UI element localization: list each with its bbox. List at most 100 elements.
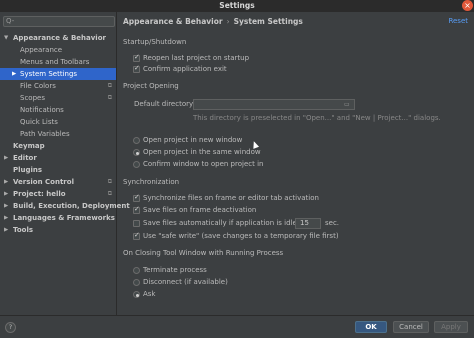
collapsed-arrow-icon: ▶ <box>4 179 9 185</box>
tree-item-notifications[interactable]: Notifications <box>0 104 116 116</box>
tree-item-label: Plugins <box>13 166 43 174</box>
radio-label: Disconnect (if available) <box>143 278 228 286</box>
checkbox-label: Confirm application exit <box>143 65 227 73</box>
radio-label: Terminate process <box>143 266 207 274</box>
radio-label: Confirm window to open project in <box>143 160 264 168</box>
checkbox-box <box>133 231 140 240</box>
tree-item-tools[interactable]: ▶ Tools <box>0 224 116 236</box>
breadcrumb-separator: › <box>226 17 230 26</box>
tree-item-label: Path Variables <box>20 130 70 138</box>
checkbox-label: Reopen last project on startup <box>143 54 250 62</box>
default-directory-label: Default directory: <box>134 100 195 110</box>
idle-seconds-unit-text: sec. <box>325 219 340 227</box>
collapsed-arrow-icon: ▶ <box>4 191 9 197</box>
breadcrumb-parent: Appearance & Behavior <box>123 17 223 26</box>
collapsed-arrow-icon: ▶ <box>4 203 9 209</box>
section-title-project-opening: Project Opening <box>123 82 179 90</box>
dialog-button-bar: ? OK Cancel Apply <box>0 315 474 338</box>
radio-circle <box>133 161 140 168</box>
title-bar: Settings × <box>0 0 474 12</box>
collapsed-arrow-icon: ▶ <box>4 227 9 233</box>
tree-item-keymap[interactable]: Keymap <box>0 140 116 152</box>
checkbox-label: Save files on frame deactivation <box>143 206 257 214</box>
expanded-arrow-icon: ▼ <box>4 35 9 41</box>
radio-circle <box>133 279 140 286</box>
default-directory-hint: This directory is preselected in "Open..… <box>193 114 441 122</box>
close-window-button[interactable]: × <box>462 0 473 11</box>
breadcrumb: Appearance & Behavior › System Settings <box>123 17 303 26</box>
help-button[interactable]: ? <box>5 322 16 333</box>
tree-item-label: Appearance <box>20 46 63 54</box>
collapsed-arrow-icon: ▶ <box>12 71 17 77</box>
apply-button[interactable]: Apply <box>434 321 468 333</box>
window-title: Settings <box>219 1 255 10</box>
project-scope-icon: ⧉ <box>107 190 112 197</box>
tree-item-label: System Settings <box>20 70 78 78</box>
tree-item-languages-frameworks[interactable]: ▶ Languages & Frameworks <box>0 212 116 224</box>
tree-item-appearance[interactable]: Appearance <box>0 44 116 56</box>
tree-item-menus-toolbars[interactable]: Menus and Toolbars <box>0 56 116 68</box>
tree-item-appearance-behavior[interactable]: ▼ Appearance & Behavior <box>0 32 116 44</box>
settings-tree: ▼ Appearance & Behavior Appearance Menus … <box>0 32 130 236</box>
checkbox-box <box>133 64 140 73</box>
checkbox-label: Synchronize files on frame or editor tab… <box>143 194 319 202</box>
radio-circle <box>133 137 140 144</box>
tree-item-label: Tools <box>13 226 34 234</box>
radio-circle <box>133 149 140 156</box>
section-title-closing: On Closing Tool Window with Running Proc… <box>123 249 284 257</box>
idle-seconds-unit: sec. <box>325 219 339 229</box>
tree-item-label: Quick Lists <box>20 118 58 126</box>
tree-item-system-settings[interactable]: ▶ System Settings <box>0 68 116 80</box>
tree-item-label: Keymap <box>13 142 45 150</box>
settings-sidebar: Q- ▼ Appearance & Behavior Appearance Men… <box>0 12 130 315</box>
tree-item-label: File Colors <box>20 82 56 90</box>
checkbox-label: Save files automatically if application … <box>143 219 309 227</box>
radio-label: Open project in the same window <box>143 148 261 156</box>
idle-seconds-input[interactable]: 15 <box>295 218 321 229</box>
ok-button[interactable]: OK <box>355 321 387 333</box>
settings-content: Appearance & Behavior › System Settings Re… <box>118 12 474 315</box>
project-scope-icon: ⧉ <box>107 94 112 101</box>
tree-item-label: Notifications <box>20 106 64 114</box>
section-title-synchronization: Synchronization <box>123 178 180 186</box>
tree-item-label: Version Control <box>13 178 74 186</box>
tree-item-version-control[interactable]: ▶ Version Control ⧉ <box>0 176 116 188</box>
radio-label: Ask <box>143 290 156 298</box>
tree-item-file-colors[interactable]: File Colors ⧉ <box>0 80 116 92</box>
checkbox-box <box>133 193 140 202</box>
project-scope-icon: ⧉ <box>107 82 112 89</box>
checkbox-label: Use "safe write" (save changes to a temp… <box>143 232 339 240</box>
collapsed-arrow-icon: ▶ <box>4 215 9 221</box>
tree-item-label: Scopes <box>20 94 45 102</box>
checkbox-box <box>133 205 140 214</box>
tree-item-project-hello[interactable]: ▶ Project: hello ⧉ <box>0 188 116 200</box>
radio-circle <box>133 267 140 274</box>
folder-icon[interactable]: ▭ <box>344 101 352 108</box>
tree-item-label: Build, Execution, Deployment <box>13 202 130 210</box>
collapsed-arrow-icon: ▶ <box>4 155 9 161</box>
default-directory-field[interactable]: ▭ <box>193 99 355 110</box>
tree-item-label: Languages & Frameworks <box>13 214 115 222</box>
tree-item-label: Appearance & Behavior <box>13 34 106 42</box>
tree-item-plugins[interactable]: Plugins <box>0 164 116 176</box>
search-input[interactable]: Q- <box>3 16 115 27</box>
tree-item-quick-lists[interactable]: Quick Lists <box>0 116 116 128</box>
project-scope-icon: ⧉ <box>107 178 112 185</box>
checkbox-box <box>133 53 140 62</box>
reset-link[interactable]: Reset <box>448 17 468 25</box>
tree-item-label: Editor <box>13 154 37 162</box>
section-title-startup: Startup/Shutdown <box>123 38 187 46</box>
radio-label: Open project in new window <box>143 136 243 144</box>
tree-item-editor[interactable]: ▶ Editor <box>0 152 116 164</box>
checkbox-box <box>133 220 140 227</box>
tree-item-build-execution[interactable]: ▶ Build, Execution, Deployment <box>0 200 130 212</box>
tree-item-label: Menus and Toolbars <box>20 58 90 66</box>
tree-item-scopes[interactable]: Scopes ⧉ <box>0 92 116 104</box>
radio-circle <box>133 291 140 298</box>
tree-item-label: Project: hello <box>13 190 66 198</box>
idle-seconds-value: 15 <box>300 219 309 227</box>
tree-item-path-variables[interactable]: Path Variables <box>0 128 116 140</box>
breadcrumb-current: System Settings <box>233 17 303 26</box>
cancel-button[interactable]: Cancel <box>393 321 429 333</box>
search-icon: Q- <box>6 17 15 25</box>
